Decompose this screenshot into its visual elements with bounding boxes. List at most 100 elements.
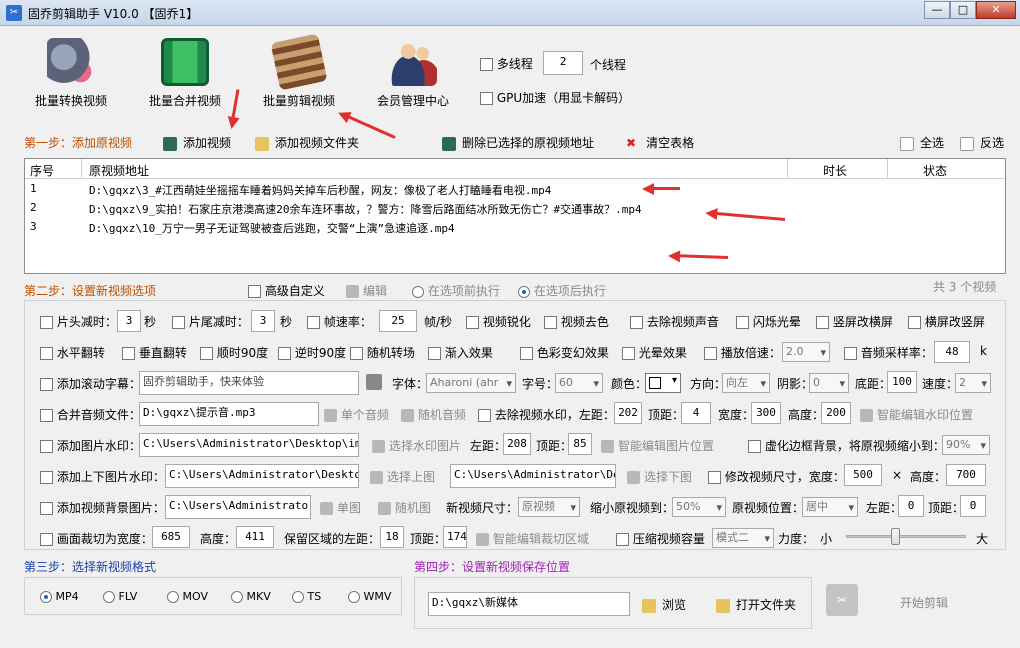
member-center-button[interactable]: 会员管理中心 bbox=[358, 38, 468, 118]
multithread-checkbox[interactable]: 多线程 bbox=[480, 55, 533, 72]
img-top-input[interactable]: 85 bbox=[568, 433, 592, 455]
shrink-select[interactable]: 50% bbox=[672, 497, 726, 517]
caption-text-input[interactable]: 固乔剪辑助手，快来体验 bbox=[139, 371, 359, 395]
keep-top-input[interactable]: 174 bbox=[443, 526, 467, 548]
scroll-caption-checkbox[interactable]: 添加滚动字幕： bbox=[40, 375, 141, 392]
shadow-select[interactable]: 0 bbox=[809, 373, 849, 393]
smart-image-button[interactable]: 智能编辑图片位置 bbox=[601, 437, 714, 454]
minimize-button[interactable]: — bbox=[924, 1, 950, 19]
add-folder-button[interactable]: 添加视频文件夹 bbox=[255, 134, 359, 151]
crop-height-input[interactable]: 411 bbox=[236, 526, 274, 548]
delete-selected-button[interactable]: 删除已选择的原视频地址 bbox=[442, 134, 594, 151]
save-path-input[interactable]: D:\gqxz\新媒体 bbox=[428, 592, 630, 616]
start-edit-button[interactable]: 开始剪辑 bbox=[900, 594, 948, 611]
updown-watermark-checkbox[interactable]: 添加上下图片水印： bbox=[40, 468, 165, 485]
flash-checkbox[interactable]: 闪烁光晕 bbox=[736, 313, 801, 330]
head-cut-input[interactable]: 3 bbox=[117, 310, 141, 332]
bottom-input[interactable]: 100 bbox=[887, 371, 917, 393]
format-mkv-radio[interactable]: MKV bbox=[231, 590, 271, 603]
image-watermark-checkbox[interactable]: 添加图片水印： bbox=[40, 437, 141, 454]
video-table[interactable]: 序号 原视频地址 时长 状态 1 D:\gqxz\3_#江西萌娃坐摇摇车睡着妈妈… bbox=[24, 158, 1006, 274]
vflip-checkbox[interactable]: 垂直翻转 bbox=[122, 344, 187, 361]
img-left-input[interactable]: 208 bbox=[503, 433, 531, 455]
table-row[interactable]: 2 D:\gqxz\9_实拍！石家庄京港澳高速20余车连环事故，？警方：降雪后路… bbox=[25, 198, 1005, 217]
wm-left-input[interactable]: 202 bbox=[614, 402, 642, 424]
advanced-custom-checkbox[interactable]: 高级自定义 bbox=[248, 282, 325, 299]
single-image-button[interactable]: 单图 bbox=[320, 499, 361, 516]
random-audio-button[interactable]: 随机音频 bbox=[401, 406, 466, 423]
crop-checkbox[interactable]: 画面裁切为宽度： bbox=[40, 530, 153, 547]
table-row[interactable]: 1 D:\gqxz\3_#江西萌娃坐摇摇车睡着妈妈关掉车后秒醒，网友：像极了老人… bbox=[25, 179, 1005, 198]
invert-select-button[interactable]: 反选 bbox=[960, 134, 1004, 151]
audio-path-input[interactable]: D:\gqxz\提示音.mp3 bbox=[139, 402, 319, 426]
edit-button[interactable]: 编辑 bbox=[346, 282, 387, 299]
batch-convert-button[interactable]: 批量转换视频 bbox=[16, 38, 126, 118]
down-image-path-input[interactable]: C:\Users\Administrator\Desk bbox=[450, 464, 616, 488]
bg-top-input[interactable]: 0 bbox=[960, 495, 986, 517]
background-path-input[interactable]: C:\Users\Administrator\D bbox=[165, 495, 311, 519]
blur-scale-select[interactable]: 90% bbox=[942, 435, 990, 455]
before-option-radio[interactable]: 在选项前执行 bbox=[412, 282, 500, 299]
image-path-input[interactable]: C:\Users\Administrator\Desktop\img-q bbox=[139, 433, 359, 457]
resize-height-input[interactable]: 700 bbox=[946, 464, 986, 486]
mute-checkbox[interactable]: 去除视频声音 bbox=[630, 313, 719, 330]
force-slider-track[interactable] bbox=[846, 528, 966, 545]
close-button[interactable]: ✕ bbox=[976, 1, 1016, 19]
font-select[interactable]: Aharoni (ahr bbox=[426, 373, 516, 393]
size-select[interactable]: 60 bbox=[555, 373, 603, 393]
samplerate-input[interactable]: 48 bbox=[934, 341, 970, 363]
format-wmv-radio[interactable]: WMV bbox=[348, 590, 391, 603]
format-flv-radio[interactable]: FLV bbox=[103, 590, 137, 603]
wm-height-input[interactable]: 200 bbox=[821, 402, 851, 424]
merge-audio-checkbox[interactable]: 合并音频文件： bbox=[40, 406, 141, 423]
caption-settings-icon[interactable] bbox=[366, 374, 382, 390]
decolor-checkbox[interactable]: 视频去色 bbox=[544, 313, 609, 330]
browse-button[interactable]: 浏览 bbox=[642, 596, 686, 613]
ccw90-checkbox[interactable]: 逆时90度 bbox=[278, 344, 346, 361]
resize-width-input[interactable]: 500 bbox=[844, 464, 882, 486]
gpu-checkbox[interactable]: GPU加速（用显卡解码） bbox=[480, 89, 630, 106]
up-image-path-input[interactable]: C:\Users\Administrator\Desktop\i bbox=[165, 464, 359, 488]
fadein-checkbox[interactable]: 渐入效果 bbox=[428, 344, 493, 361]
open-folder-button[interactable]: 打开文件夹 bbox=[716, 596, 796, 613]
force-slider-thumb[interactable] bbox=[891, 528, 900, 545]
add-video-button[interactable]: 添加视频 bbox=[163, 134, 231, 151]
batch-merge-button[interactable]: 批量合并视频 bbox=[130, 38, 240, 118]
compress-mode-select[interactable]: 模式二 bbox=[712, 528, 774, 548]
tail-cut-checkbox[interactable]: 片尾减时： bbox=[172, 313, 249, 330]
cw90-checkbox[interactable]: 顺时90度 bbox=[200, 344, 268, 361]
wm-width-input[interactable]: 300 bbox=[751, 402, 781, 424]
resize-video-checkbox[interactable]: 修改视频尺寸，宽度： bbox=[708, 468, 845, 485]
after-option-radio[interactable]: 在选项后执行 bbox=[518, 282, 606, 299]
clear-table-button[interactable]: ✖ 清空表格 bbox=[626, 134, 694, 151]
crop-width-input[interactable]: 685 bbox=[152, 526, 190, 548]
color-change-checkbox[interactable]: 色彩变幻效果 bbox=[520, 344, 609, 361]
background-image-checkbox[interactable]: 添加视频背景图片： bbox=[40, 499, 165, 516]
caption-speed-select[interactable]: 2 bbox=[955, 373, 991, 393]
h2v-checkbox[interactable]: 横屏改竖屏 bbox=[908, 313, 985, 330]
speed-select[interactable]: 2.0 bbox=[782, 342, 830, 362]
tail-cut-input[interactable]: 3 bbox=[251, 310, 275, 332]
smart-crop-button[interactable]: 智能编辑裁切区域 bbox=[476, 530, 589, 547]
fps-input[interactable]: 25 bbox=[379, 310, 417, 332]
format-mov-radio[interactable]: MOV bbox=[167, 590, 208, 603]
position-select[interactable]: 居中 bbox=[802, 497, 858, 517]
blur-background-checkbox[interactable]: 虚化边框背景，将原视频缩小到： bbox=[748, 437, 945, 454]
samplerate-checkbox[interactable]: 音频采样率： bbox=[844, 344, 933, 361]
select-all-button[interactable]: 全选 bbox=[900, 134, 944, 151]
choose-up-image-button[interactable]: 选择上图 bbox=[370, 468, 435, 485]
choose-watermark-image-button[interactable]: 选择水印图片 bbox=[372, 437, 461, 454]
remove-watermark-checkbox[interactable]: 去除视频水印，左距： bbox=[478, 406, 615, 423]
wm-top-input[interactable]: 4 bbox=[681, 402, 711, 424]
bg-left-input[interactable]: 0 bbox=[898, 495, 924, 517]
color-picker[interactable]: ▾ bbox=[645, 373, 681, 393]
table-row[interactable]: 3 D:\gqxz\10_万宁一男子无证驾驶被查后逃跑，交警“上演”急速追逐.m… bbox=[25, 217, 1005, 236]
speed-checkbox[interactable]: 播放倍速： bbox=[704, 344, 781, 361]
head-cut-checkbox[interactable]: 片头减时： bbox=[40, 313, 117, 330]
format-mp4-radio[interactable]: MP4 bbox=[40, 590, 79, 603]
maximize-button[interactable]: □ bbox=[950, 1, 976, 19]
direction-select[interactable]: 向左 bbox=[722, 373, 770, 393]
single-audio-button[interactable]: 单个音频 bbox=[324, 406, 389, 423]
fps-checkbox[interactable]: 帧速率： bbox=[307, 313, 372, 330]
thread-count-input[interactable]: 2 bbox=[543, 51, 583, 75]
